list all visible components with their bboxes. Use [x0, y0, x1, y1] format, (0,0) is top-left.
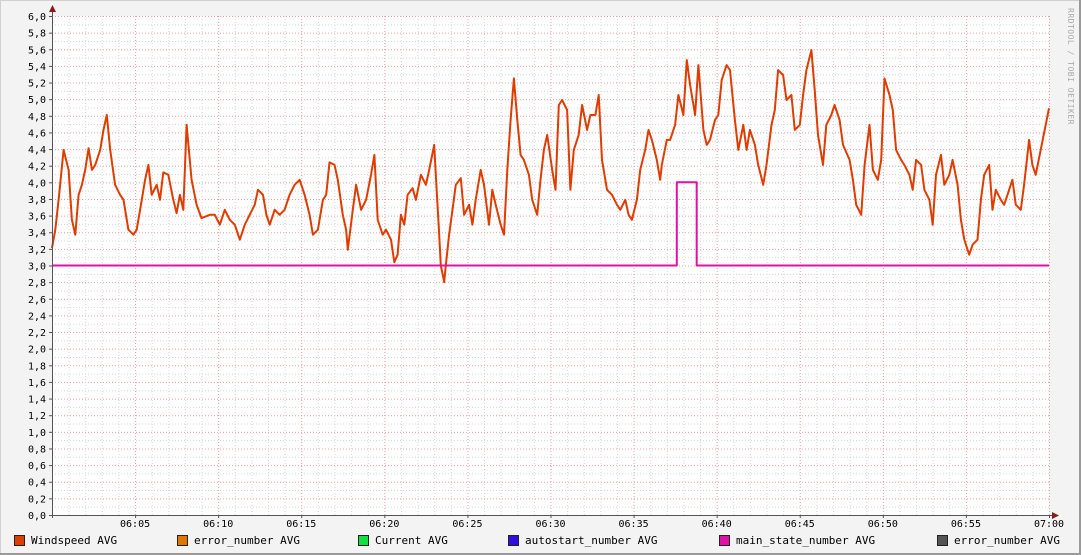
y-tick-label: 0,6 [28, 461, 46, 472]
legend: Windspeed AVG error_number AVG Current AVG… [0, 534, 1081, 550]
y-tick-label: 6,0 [28, 12, 46, 23]
legend-label: autostart_number AVG [525, 534, 658, 547]
legend-label: error_number AVG [194, 534, 300, 547]
y-tick-label: 1,6 [28, 378, 46, 389]
x-axis-arrow [1052, 512, 1059, 519]
x-tick-label: 06:50 [868, 519, 898, 530]
y-tick-label: 5,2 [28, 79, 46, 90]
legend-swatch [937, 535, 948, 546]
legend-swatch [719, 535, 730, 546]
legend-item: autostart_number AVG [508, 534, 657, 547]
y-tick-label: 0,4 [28, 478, 46, 489]
legend-swatch [177, 535, 188, 546]
y-tick-label: 4,6 [28, 128, 46, 139]
y-tick-label: 3,6 [28, 212, 46, 223]
legend-label: Current AVG [375, 534, 448, 547]
y-tick-label: 1,0 [28, 428, 46, 439]
y-tick-label: 2,8 [28, 278, 46, 289]
y-tick-label: 0,2 [28, 494, 46, 505]
y-axis-ticks: 0,0 0,2 0,4 0,6 0,8 1,0 1,2 1,4 1,6 1,8 2,0 2,2 2,4 2… [28, 12, 52, 522]
y-tick-label: 4,2 [28, 162, 46, 173]
y-tick-label: 3,0 [28, 262, 46, 273]
x-tick-label: 06:25 [452, 519, 482, 530]
y-tick-label: 0,0 [28, 511, 46, 522]
legend-item: Windspeed AVG [14, 534, 117, 547]
y-axis-arrow [49, 5, 56, 12]
y-tick-label: 4,8 [28, 112, 46, 123]
legend-swatch [508, 535, 519, 546]
x-axis-ticks: 06:05 06:10 06:15 06:20 06:25 06:30 06:35 06:40… [120, 515, 1064, 530]
legend-swatch [358, 535, 369, 546]
legend-label: Windspeed AVG [31, 534, 118, 547]
x-tick-label: 06:55 [951, 519, 981, 530]
watermark: RRDTOOL / TOBI OETIKER [1066, 8, 1075, 125]
x-tick-label: 06:20 [369, 519, 399, 530]
y-tick-label: 5,6 [28, 45, 46, 56]
y-tick-label: 1,2 [28, 411, 46, 422]
y-tick-label: 2,0 [28, 345, 46, 356]
chart-canvas: 0,0 0,2 0,4 0,6 0,8 1,0 1,2 1,4 1,6 1,8 2,0 2,2 2,4 2… [28, 5, 1064, 530]
x-tick-label: 06:40 [702, 519, 732, 530]
y-tick-label: 5,8 [28, 29, 46, 40]
legend-item: Current AVG [358, 534, 448, 547]
x-tick-label: 07:00 [1034, 519, 1064, 530]
y-tick-label: 1,8 [28, 361, 46, 372]
y-tick-label: 2,4 [28, 311, 46, 322]
y-tick-label: 3,4 [28, 228, 46, 239]
x-tick-label: 06:05 [120, 519, 150, 530]
y-tick-label: 5,4 [28, 62, 46, 73]
rrd-graph: 0,0 0,2 0,4 0,6 0,8 1,0 1,2 1,4 1,6 1,8 2,0 2,2 2,4 2… [0, 0, 1081, 555]
y-tick-label: 5,0 [28, 95, 46, 106]
y-tick-label: 0,8 [28, 444, 46, 455]
y-tick-label: 3,2 [28, 245, 46, 256]
y-tick-label: 2,6 [28, 295, 46, 306]
y-tick-label: 4,0 [28, 178, 46, 189]
legend-item: error_number AVG [937, 534, 1060, 547]
legend-label: main_state_number AVG [736, 534, 876, 547]
x-tick-label: 06:15 [286, 519, 316, 530]
legend-item: main_state_number AVG [719, 534, 875, 547]
x-tick-label: 06:45 [785, 519, 815, 530]
y-tick-label: 1,4 [28, 395, 46, 406]
y-tick-label: 2,2 [28, 328, 46, 339]
x-tick-label: 06:30 [535, 519, 565, 530]
x-tick-label: 06:10 [203, 519, 233, 530]
y-tick-label: 3,8 [28, 195, 46, 206]
legend-swatch [14, 535, 25, 546]
y-tick-label: 4,4 [28, 145, 46, 156]
legend-label: error_number AVG [954, 534, 1060, 547]
legend-item: error_number AVG [177, 534, 300, 547]
x-tick-label: 06:35 [619, 519, 649, 530]
